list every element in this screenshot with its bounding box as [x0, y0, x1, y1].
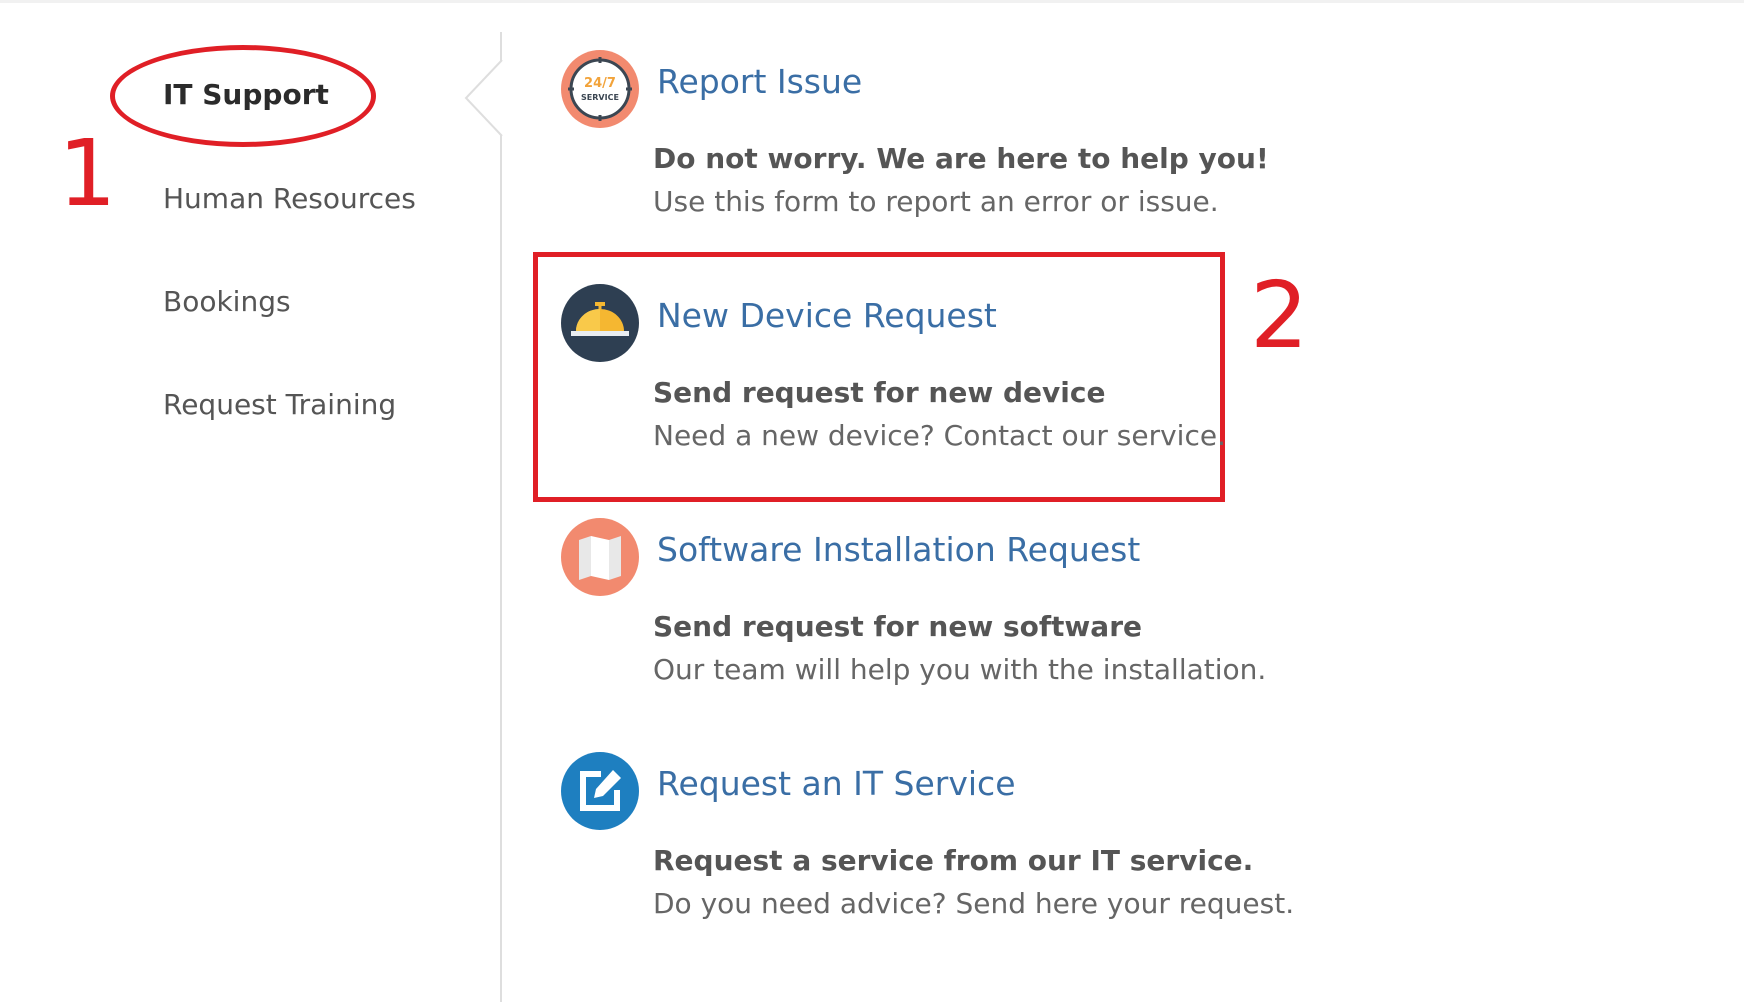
service-title[interactable]: New Device Request [657, 296, 997, 335]
24-7-service-icon: 24/7 SERVICE [561, 50, 639, 128]
sidebar-item-human-resources[interactable]: Human Resources [163, 182, 416, 215]
map-icon [561, 518, 639, 596]
service-subtitle: Send request for new software [653, 610, 1142, 643]
service-subtitle: Send request for new device [653, 376, 1106, 409]
service-title[interactable]: Report Issue [657, 62, 862, 101]
service-description: Our team will help you with the installa… [653, 653, 1267, 686]
service-subtitle: Request a service from our IT service. [653, 844, 1254, 877]
service-title[interactable]: Software Installation Request [657, 530, 1140, 569]
annotation-number-2: 2 [1250, 262, 1309, 369]
service-description: Need a new device? Contact our service. [653, 419, 1226, 452]
service-title[interactable]: Request an IT Service [657, 764, 1016, 803]
sidebar-divider [500, 32, 502, 1002]
annotation-ellipse [110, 45, 376, 147]
service-description: Do you need advice? Send here your reque… [653, 887, 1295, 920]
annotation-number-1: 1 [58, 120, 117, 227]
icon-text-24-7: 24/7 [584, 76, 616, 91]
service-subtitle: Do not worry. We are here to help you! [653, 142, 1269, 175]
service-description: Use this form to report an error or issu… [653, 185, 1219, 218]
it-support-portal: IT Support Human Resources Bookings Requ… [0, 0, 1744, 1004]
icon-text-service: SERVICE [581, 93, 619, 102]
service-bell-icon [561, 284, 639, 362]
sidebar-item-bookings[interactable]: Bookings [163, 285, 291, 318]
sidebar-item-request-training[interactable]: Request Training [163, 388, 396, 421]
edit-icon [561, 752, 639, 830]
